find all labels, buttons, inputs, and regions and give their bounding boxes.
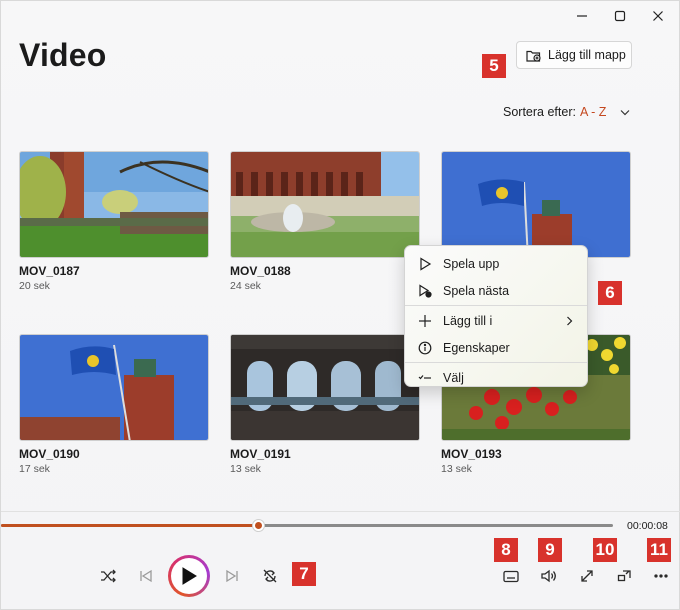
fullscreen-button[interactable] bbox=[576, 565, 598, 587]
video-thumbnail bbox=[230, 151, 420, 258]
annotation-badge-8: 8 bbox=[494, 538, 518, 562]
menu-item-select[interactable]: Välj bbox=[405, 364, 587, 391]
volume-icon bbox=[541, 569, 556, 583]
chevron-right-icon bbox=[567, 316, 573, 325]
app-window: Video Lägg till mapp 5 Sortera efter: A … bbox=[0, 0, 680, 610]
subtitles-icon bbox=[503, 570, 519, 582]
video-duration: 13 sek bbox=[441, 463, 472, 475]
play-icon bbox=[420, 256, 432, 271]
video-name: MOV_0191 bbox=[230, 447, 291, 461]
shuffle-icon bbox=[101, 569, 116, 583]
menu-item-label: Egenskaper bbox=[443, 340, 510, 355]
fullscreen-icon bbox=[581, 570, 593, 582]
minimize-button[interactable] bbox=[563, 5, 601, 27]
video-tile[interactable]: MOV_0190 17 sek bbox=[19, 334, 209, 475]
add-folder-button[interactable]: Lägg till mapp bbox=[516, 41, 632, 69]
info-icon bbox=[418, 341, 432, 354]
more-icon bbox=[654, 574, 668, 578]
shuffle-button[interactable] bbox=[97, 565, 119, 587]
annotation-badge-10: 10 bbox=[593, 538, 617, 562]
video-duration: 20 sek bbox=[19, 280, 50, 292]
plus-icon bbox=[419, 314, 431, 327]
seek-handle[interactable] bbox=[252, 519, 266, 532]
video-tile[interactable]: MOV_0191 13 sek bbox=[230, 334, 420, 475]
more-button[interactable] bbox=[650, 565, 672, 587]
add-folder-label: Lägg till mapp bbox=[548, 48, 626, 62]
video-thumbnail bbox=[19, 334, 209, 441]
close-icon bbox=[653, 11, 663, 21]
video-tile[interactable]: MOV_0187 20 sek bbox=[19, 151, 209, 292]
menu-item-play-next[interactable]: Spela nästa bbox=[405, 277, 587, 304]
menu-separator bbox=[405, 305, 587, 306]
menu-item-label: Spela nästa bbox=[443, 283, 510, 298]
play-next-icon bbox=[419, 283, 432, 298]
close-button[interactable] bbox=[639, 5, 677, 27]
menu-item-add-to[interactable]: Lägg till i bbox=[405, 307, 587, 334]
menu-item-label: Lägg till i bbox=[443, 313, 493, 328]
select-icon bbox=[418, 374, 431, 379]
previous-icon bbox=[140, 569, 152, 583]
page-title: Video bbox=[19, 37, 107, 73]
seek-progress bbox=[1, 524, 259, 527]
menu-item-properties[interactable]: Egenskaper bbox=[405, 334, 587, 361]
previous-button[interactable] bbox=[135, 565, 157, 587]
mini-player-button[interactable] bbox=[613, 565, 635, 587]
video-name: MOV_0190 bbox=[19, 447, 80, 461]
menu-item-label: Spela upp bbox=[443, 256, 500, 271]
maximize-button[interactable] bbox=[601, 5, 639, 27]
play-button[interactable] bbox=[168, 555, 210, 597]
repeat-button[interactable] bbox=[259, 565, 281, 587]
minimize-icon bbox=[577, 15, 587, 17]
maximize-icon bbox=[614, 10, 626, 22]
player-divider bbox=[1, 511, 680, 512]
elapsed-time: 00:00:08 bbox=[627, 520, 668, 532]
video-name: MOV_0193 bbox=[441, 447, 502, 461]
menu-item-play[interactable]: Spela upp bbox=[405, 250, 587, 277]
volume-button[interactable] bbox=[538, 565, 560, 587]
video-tile[interactable]: MOV_0188 24 sek bbox=[230, 151, 420, 292]
menu-separator bbox=[405, 362, 587, 363]
sort-control[interactable]: Sortera efter: A - Z bbox=[503, 105, 630, 119]
next-button[interactable] bbox=[221, 565, 243, 587]
context-menu: Spela upp Spela nästa Lägg till i Egensk… bbox=[404, 245, 588, 387]
next-icon bbox=[226, 569, 238, 583]
video-thumbnail bbox=[441, 151, 631, 258]
annotation-badge-5: 5 bbox=[482, 54, 506, 78]
video-thumbnail bbox=[230, 334, 420, 441]
video-thumbnail bbox=[19, 151, 209, 258]
sort-label: Sortera efter: bbox=[503, 105, 576, 119]
video-name: MOV_0188 bbox=[230, 264, 291, 278]
sort-value: A - Z bbox=[579, 105, 607, 119]
video-duration: 24 sek bbox=[230, 280, 261, 292]
annotation-badge-11: 11 bbox=[647, 538, 671, 562]
chevron-down-icon bbox=[620, 109, 630, 115]
mini-player-icon bbox=[617, 570, 631, 582]
annotation-badge-6: 6 bbox=[598, 281, 622, 305]
video-name: MOV_0187 bbox=[19, 264, 80, 278]
annotation-badge-7: 7 bbox=[292, 562, 316, 586]
menu-item-label: Välj bbox=[443, 370, 464, 385]
folder-add-icon bbox=[526, 50, 541, 62]
subtitles-button[interactable] bbox=[500, 565, 522, 587]
video-duration: 17 sek bbox=[19, 463, 50, 475]
play-icon bbox=[182, 567, 197, 585]
repeat-icon bbox=[263, 569, 277, 583]
annotation-badge-9: 9 bbox=[538, 538, 562, 562]
video-duration: 13 sek bbox=[230, 463, 261, 475]
